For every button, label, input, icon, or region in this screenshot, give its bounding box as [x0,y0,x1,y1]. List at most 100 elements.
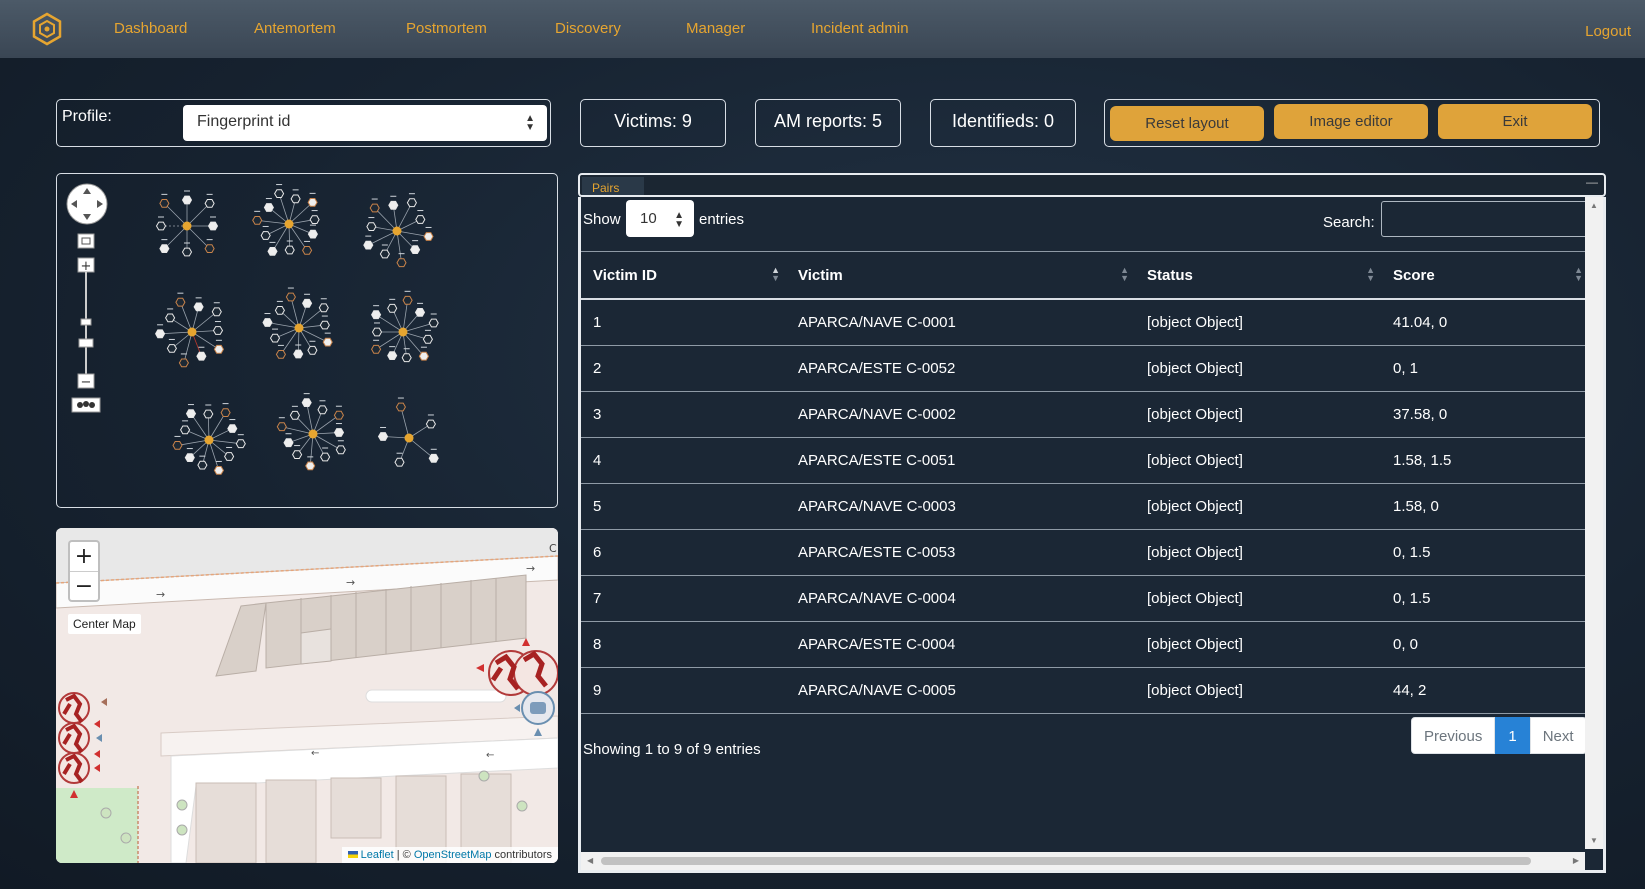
graph-node[interactable] [220,408,231,417]
graph-node[interactable] [289,410,300,420]
graph-node[interactable] [263,203,274,212]
page-1-button[interactable]: 1 [1495,717,1530,754]
graph-clusters[interactable] [155,184,439,475]
graph-center-node[interactable] [404,433,414,443]
graph-node[interactable] [414,308,426,317]
graph-center-node[interactable] [182,221,192,231]
map-zoom-out-button[interactable]: − [70,572,98,601]
graph-node[interactable] [387,351,398,360]
minimize-icon[interactable]: — [1586,175,1598,189]
logout-link[interactable]: Logout [1585,23,1631,40]
graph-node[interactable] [401,353,412,363]
column-header-victim-id[interactable]: Victim ID ▲ ▼ [581,251,786,300]
graph-node[interactable] [203,409,214,419]
graph-node[interactable] [213,466,224,475]
graph-node[interactable] [293,349,304,359]
graph-node[interactable] [422,334,433,344]
exit-button[interactable]: Exit [1438,104,1592,139]
zoom-slider-icon[interactable] [78,272,94,374]
graph-node[interactable] [275,350,286,359]
graph-node[interactable] [301,398,312,407]
graph-node[interactable] [180,425,191,435]
graph-node[interactable] [165,313,176,323]
graph-node[interactable] [181,195,193,205]
search-input[interactable] [1381,201,1588,237]
graph-node[interactable] [395,402,406,412]
graph-node[interactable] [394,457,405,467]
map-panel[interactable]: → → → ← ← C + − Center Map Leaflet | © O… [56,528,558,863]
fingerprint-cluster[interactable] [371,290,439,363]
fingerprint-cluster[interactable] [262,287,333,359]
graph-node[interactable] [428,318,439,328]
nav-dashboard[interactable]: Dashboard [114,20,187,37]
table-row[interactable]: 3 APARCA/NAVE C-0002 [object Object] 37.58,… [581,391,1589,438]
image-editor-button[interactable]: Image editor [1274,104,1428,139]
hexagon-logo-icon[interactable] [30,12,64,46]
graph-node[interactable] [333,410,344,420]
graph-node[interactable] [184,453,195,462]
graph-node[interactable] [425,419,436,429]
center-map-button[interactable]: Center Map [68,614,141,634]
graph-node[interactable] [212,326,224,335]
graph-node[interactable] [307,345,318,355]
nav-incident-admin[interactable]: Incident admin [811,20,909,37]
graph-node[interactable] [166,344,177,353]
graph-node[interactable] [290,194,301,204]
graph-node[interactable] [387,303,398,313]
next-page-button[interactable]: Next [1529,717,1587,754]
graph-node[interactable] [423,232,434,241]
openstreetmap-link[interactable]: OpenStreetMap [414,849,492,861]
graph-center-node[interactable] [392,226,402,236]
graph-node[interactable] [207,221,219,231]
graph-center-node[interactable] [398,327,408,337]
tab-pairs[interactable]: Pairs [582,177,644,195]
map-zoom-in-button[interactable]: + [70,542,98,572]
graph-node[interactable] [333,428,345,437]
graph-node[interactable] [388,200,399,210]
graph-node[interactable] [415,215,426,224]
graph-node[interactable] [227,424,238,433]
nav-discovery[interactable]: Discovery [555,20,621,37]
fingerprint-cluster[interactable] [276,393,346,471]
graph-node[interactable] [379,249,390,259]
graph-node[interactable] [302,298,313,308]
column-header-score[interactable]: Score ▲ ▼ [1381,251,1589,300]
pan-control-icon[interactable] [66,183,108,225]
scroll-up-icon[interactable]: ▲ [1590,201,1598,210]
graph-node[interactable] [267,247,278,256]
graph-node[interactable] [322,337,333,347]
graph-node[interactable] [371,310,382,320]
graph-node[interactable] [181,247,193,257]
graph-node[interactable] [260,231,271,240]
graph-node[interactable] [410,245,421,254]
graph-center-node[interactable] [308,429,318,439]
graph-center-node[interactable] [284,219,294,229]
table-row[interactable]: 4 APARCA/ESTE C-0051 [object Object] 1.58, … [581,437,1589,484]
graph-canvas[interactable]: + − [57,174,557,507]
previous-page-button[interactable]: Previous [1411,717,1496,754]
graph-node[interactable] [274,306,285,315]
table-row[interactable]: 7 APARCA/NAVE C-0004 [object Object] 0, 1.5 [581,575,1589,622]
graph-node[interactable] [284,245,295,255]
graph-node[interactable] [274,189,285,198]
graph-center-node[interactable] [204,435,214,445]
graph-node[interactable] [418,351,429,361]
entries-length-select[interactable]: 10 ▲ ▼ [626,200,694,237]
nav-manager[interactable]: Manager [686,20,745,37]
table-row[interactable]: 2 APARCA/ESTE C-0052 [object Object] 0, 1 [581,345,1589,392]
fit-screen-icon[interactable] [77,233,95,249]
graph-node[interactable] [369,203,380,213]
table-row[interactable]: 1 APARCA/NAVE C-0001 [object Object] 41.04,… [581,299,1589,346]
graph-node[interactable] [319,320,330,330]
graph-node[interactable] [276,422,287,432]
scroll-left-icon[interactable]: ◀ [587,856,593,865]
column-header-status[interactable]: Status ▲ ▼ [1135,251,1381,300]
table-row[interactable]: 9 APARCA/NAVE C-0005 [object Object] 44, 2 [581,667,1589,714]
graph-node[interactable] [283,438,294,448]
table-row[interactable]: 8 APARCA/ESTE C-0004 [object Object] 0, 0 [581,621,1589,668]
fingerprint-cluster[interactable] [172,403,246,475]
graph-node[interactable] [402,295,413,305]
leaflet-link[interactable]: Leaflet [361,849,394,861]
profile-select[interactable]: Fingerprint id ▲ ▼ [183,105,547,141]
graph-node[interactable] [396,258,407,268]
